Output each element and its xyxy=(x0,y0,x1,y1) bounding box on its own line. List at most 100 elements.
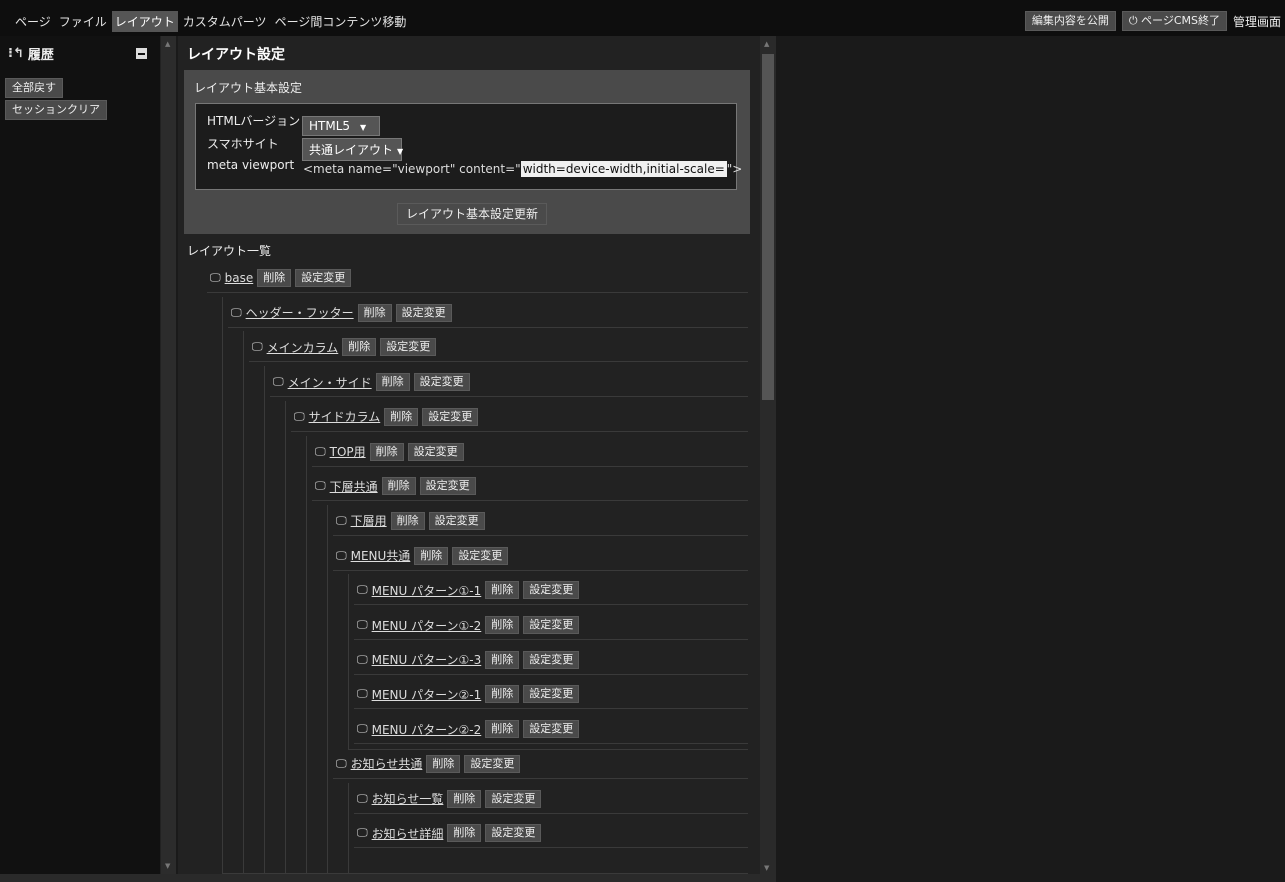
delete-button[interactable]: 削除 xyxy=(485,720,520,739)
row-separator xyxy=(354,708,748,710)
delete-button[interactable]: 削除 xyxy=(381,477,416,496)
change-settings-button[interactable]: 設定変更 xyxy=(464,754,521,773)
menu-file[interactable]: ファイル xyxy=(56,11,110,32)
change-settings-button[interactable]: 設定変更 xyxy=(413,373,470,392)
monitor-icon: 🖵 xyxy=(210,271,221,284)
monitor-icon: 🖵 xyxy=(315,479,326,493)
layout-link[interactable]: 下層用 xyxy=(351,512,387,529)
delete-button[interactable]: 削除 xyxy=(357,303,392,322)
power-icon: ⏻ xyxy=(1128,14,1142,27)
monitor-icon: 🖵 xyxy=(357,687,368,701)
admin-link[interactable]: 管理画面 xyxy=(1233,13,1281,30)
scroll-up-icon[interactable]: ▲ xyxy=(764,40,769,48)
layout-link[interactable]: お知らせ共通 xyxy=(351,755,423,772)
menu-page[interactable]: ページ xyxy=(12,11,54,32)
layout-link[interactable]: お知らせ詳細 xyxy=(372,825,444,842)
layout-link[interactable]: サイドカラム xyxy=(309,408,381,425)
layout-link[interactable]: ヘッダー・フッター xyxy=(246,304,354,321)
change-settings-button[interactable]: 設定変更 xyxy=(523,685,580,704)
horizontal-scrollbar[interactable] xyxy=(0,874,776,882)
layout-link[interactable]: メインカラム xyxy=(267,339,339,356)
layout-link[interactable]: お知らせ一覧 xyxy=(372,790,444,807)
main-scrollbar[interactable]: ▲ ▼ xyxy=(760,36,776,874)
change-settings-button[interactable]: 設定変更 xyxy=(523,616,580,634)
row-separator xyxy=(354,604,748,606)
layout-link[interactable]: メイン・サイド xyxy=(288,374,372,391)
monitor-icon: 🖵 xyxy=(357,826,368,840)
row-separator xyxy=(354,847,748,849)
change-settings-button[interactable]: 設定変更 xyxy=(428,511,485,530)
row-separator xyxy=(249,361,748,363)
collapse-icon[interactable] xyxy=(136,48,147,59)
change-settings-button[interactable]: 設定変更 xyxy=(523,650,580,669)
row-separator xyxy=(207,292,748,293)
change-settings-button[interactable]: 設定変更 xyxy=(523,720,580,739)
exit-cms-button[interactable]: ⏻ ページCMS終了 xyxy=(1121,11,1227,31)
delete-button[interactable]: 削除 xyxy=(414,546,449,565)
layout-link[interactable]: MENU パターン②-2 xyxy=(372,721,482,738)
row-separator xyxy=(354,812,748,814)
layout-link[interactable]: base xyxy=(225,271,254,285)
scroll-up-icon[interactable]: ▲ xyxy=(165,40,170,48)
menu-content-move[interactable]: ページ間コンテンツ移動 xyxy=(272,11,410,32)
row-separator xyxy=(270,396,748,398)
session-clear-button[interactable]: セッションクリア xyxy=(5,100,107,120)
delete-button[interactable]: 削除 xyxy=(447,789,482,808)
monitor-icon: 🖵 xyxy=(357,583,368,597)
layout-link[interactable]: MENU パターン①-2 xyxy=(372,617,482,634)
row-separator xyxy=(354,743,748,745)
change-settings-button[interactable]: 設定変更 xyxy=(419,477,476,496)
delete-button[interactable]: 削除 xyxy=(369,442,404,461)
history-header: ⁝↰ 履歴 xyxy=(8,44,54,63)
delete-button[interactable]: 削除 xyxy=(257,269,292,287)
history-scrollbar[interactable]: ▲ ▼ xyxy=(161,36,176,874)
layout-settings-panel: レイアウト設定 レイアウト基本設定 HTMLバージョン HTML5 ▼ スマホサイ… xyxy=(178,36,760,874)
delete-button[interactable]: 削除 xyxy=(447,824,482,843)
layout-row: 🖵 お知らせ共通 削除 設定変更 xyxy=(336,754,521,774)
scroll-down-icon[interactable]: ▼ xyxy=(165,862,170,870)
change-settings-button[interactable]: 設定変更 xyxy=(523,581,580,600)
monitor-icon: 🖵 xyxy=(357,722,368,736)
change-settings-button[interactable]: 設定変更 xyxy=(422,407,479,426)
layout-link[interactable]: MENU パターン①-3 xyxy=(372,651,482,668)
row-separator xyxy=(333,777,748,779)
menu-custom-parts[interactable]: カスタムパーツ xyxy=(180,11,270,32)
delete-button[interactable]: 削除 xyxy=(384,407,419,426)
main-scrollbar-thumb[interactable] xyxy=(762,54,774,400)
layout-row: 🖵 下層共通 削除 設定変更 xyxy=(315,476,476,496)
change-settings-button[interactable]: 設定変更 xyxy=(485,824,542,843)
change-settings-button[interactable]: 設定変更 xyxy=(452,546,509,565)
change-settings-button[interactable]: 設定変更 xyxy=(295,269,352,287)
layout-link[interactable]: MENU共通 xyxy=(351,547,411,564)
undo-all-button[interactable]: 全部戻す xyxy=(5,78,63,98)
top-menu-bar: ページ ファイル レイアウト カスタムパーツ ページ間コンテンツ移動 編集内容を… xyxy=(0,0,1285,36)
change-settings-button[interactable]: 設定変更 xyxy=(407,442,464,461)
delete-button[interactable]: 削除 xyxy=(390,511,425,530)
layout-link[interactable]: MENU パターン①-1 xyxy=(372,582,482,599)
delete-button[interactable]: 削除 xyxy=(485,650,520,669)
layout-link[interactable]: TOP用 xyxy=(330,443,366,460)
delete-button[interactable]: 削除 xyxy=(426,754,461,773)
layout-link[interactable]: 下層共通 xyxy=(330,478,378,495)
layout-link[interactable]: MENU パターン②-1 xyxy=(372,686,482,703)
delete-button[interactable]: 削除 xyxy=(485,581,520,600)
delete-button[interactable]: 削除 xyxy=(485,685,520,704)
menu-layout[interactable]: レイアウト xyxy=(111,11,178,32)
delete-button[interactable]: 削除 xyxy=(342,338,377,357)
delete-button[interactable]: 削除 xyxy=(485,616,520,634)
layout-tree: 🖵 base 削除 設定変更 🖵 ヘッダー・フッター 削除 設定変更 🖵 メインカラム 削除 設定変更… xyxy=(178,36,760,874)
main-menu: ページ ファイル レイアウト カスタムパーツ ページ間コンテンツ移動 xyxy=(12,11,409,32)
change-settings-button[interactable]: 設定変更 xyxy=(485,789,542,808)
change-settings-button[interactable]: 設定変更 xyxy=(395,303,452,322)
publish-button[interactable]: 編集内容を公開 xyxy=(1024,11,1116,31)
monitor-icon: 🖵 xyxy=(252,340,263,354)
exit-cms-label: ページCMS終了 xyxy=(1141,14,1220,27)
row-separator xyxy=(312,500,748,502)
change-settings-button[interactable]: 設定変更 xyxy=(380,338,437,357)
monitor-icon: 🖵 xyxy=(273,375,284,389)
scroll-down-icon[interactable]: ▼ xyxy=(764,864,769,872)
layout-row: 🖵 MENU パターン②-2 削除 設定変更 xyxy=(357,719,580,739)
delete-button[interactable]: 削除 xyxy=(375,373,410,392)
layout-row: 🖵 MENU パターン①-1 削除 設定変更 xyxy=(357,580,580,600)
row-separator xyxy=(354,673,748,675)
